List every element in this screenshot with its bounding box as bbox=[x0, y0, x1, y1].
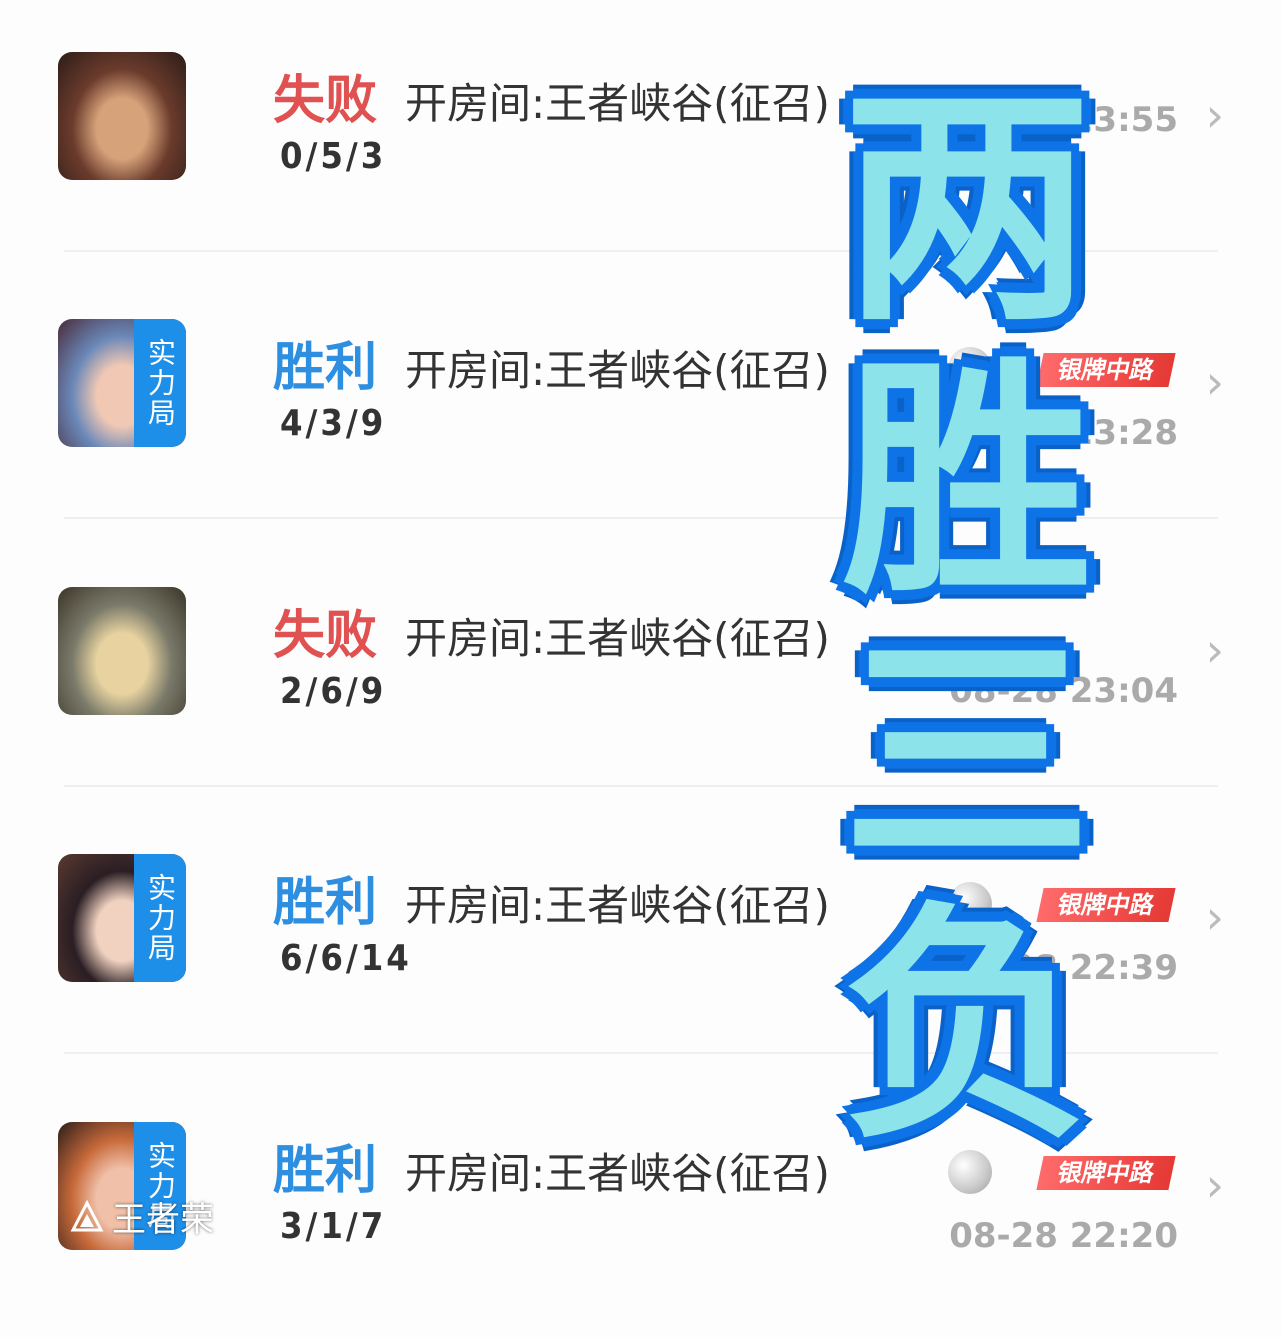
match-result: 胜利 bbox=[273, 1141, 378, 1201]
hero-avatar: 实力局 bbox=[58, 319, 186, 447]
hero-portrait bbox=[58, 587, 186, 715]
match-result: 胜利 bbox=[273, 873, 378, 933]
chevron-right-icon[interactable]: › bbox=[1206, 355, 1224, 409]
watermark-logo-icon bbox=[70, 1199, 104, 1231]
game-mode: 开房间:王者峡谷(征召) bbox=[405, 614, 830, 663]
overlay-char-1: 两 bbox=[842, 63, 1092, 354]
overlay-char-2: 胜 bbox=[842, 335, 1092, 627]
match-result: 失败 bbox=[273, 71, 378, 131]
kda-stats: 3/1/7 bbox=[280, 1206, 387, 1247]
kda-stats: 4/3/9 bbox=[280, 403, 387, 444]
overlay-char-3: 三 bbox=[842, 608, 1092, 900]
ranked-badge: 实力局 bbox=[134, 854, 186, 982]
game-mode: 开房间:王者峡谷(征召) bbox=[405, 346, 830, 395]
watermark-text: 王者荣 bbox=[112, 1200, 214, 1240]
kda-stats: 0/5/3 bbox=[280, 136, 387, 177]
overlay-char-4: 负 bbox=[842, 880, 1092, 1172]
kda-stats: 2/6/9 bbox=[280, 671, 387, 712]
match-time: 08-28 22:20 bbox=[949, 1216, 1178, 1256]
chevron-right-icon[interactable]: › bbox=[1206, 88, 1224, 142]
chevron-right-icon[interactable]: › bbox=[1206, 890, 1224, 944]
match-result: 失败 bbox=[273, 606, 378, 666]
hero-avatar bbox=[58, 52, 186, 180]
watermark: 王者荣 bbox=[70, 1192, 214, 1241]
game-mode: 开房间:王者峡谷(征召) bbox=[405, 881, 830, 930]
match-result: 胜利 bbox=[273, 338, 378, 398]
chevron-right-icon[interactable]: › bbox=[1206, 1158, 1224, 1212]
game-mode: 开房间:王者峡谷(征召) bbox=[405, 79, 830, 128]
hero-avatar: 实力局 bbox=[58, 854, 186, 982]
ranked-badge: 实力局 bbox=[134, 319, 186, 447]
game-mode: 开房间:王者峡谷(征召) bbox=[405, 1149, 830, 1198]
kda-stats: 6/6/14 bbox=[280, 938, 412, 979]
hero-avatar bbox=[58, 587, 186, 715]
chevron-right-icon[interactable]: › bbox=[1206, 623, 1224, 677]
hero-portrait bbox=[58, 52, 186, 180]
overlay-caption: 两 胜 三 负 bbox=[832, 78, 1102, 1158]
